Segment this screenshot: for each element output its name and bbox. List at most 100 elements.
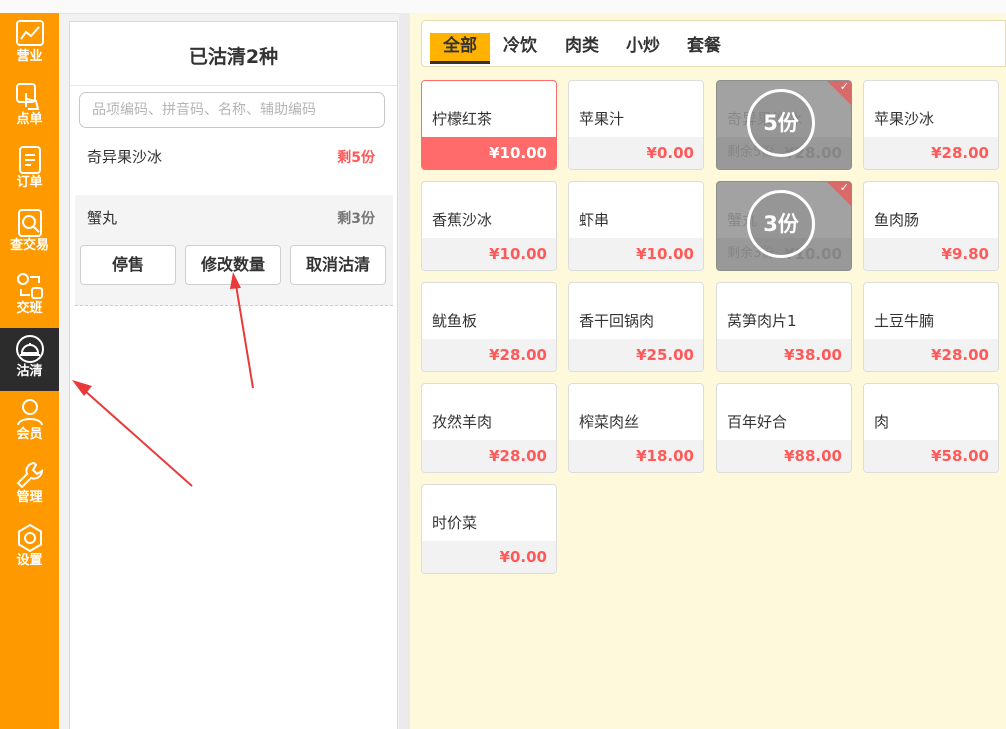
nav-transactions[interactable]: 查交易: [0, 202, 59, 265]
dish-tile-soldout[interactable]: 蟹丸 剩余3份 ¥10.00 ✓ 3份: [716, 181, 852, 271]
modify-quantity-button[interactable]: 修改数量: [185, 245, 281, 285]
tap-hand-icon: [15, 83, 39, 110]
nav-order[interactable]: 点单: [0, 76, 59, 139]
nav-settings[interactable]: 设置: [0, 517, 59, 580]
dish-name: 鱼肉肠: [874, 211, 920, 229]
item-name: 奇异果沙冰: [87, 148, 163, 166]
dish-area: 全部 冷饮 肉类 小炒 套餐 柠檬红茶 ¥10.00 苹果汁 ¥0.00 奇异果…: [410, 13, 1006, 729]
remaining-count-ring: 5份: [747, 89, 815, 157]
dish-name: 百年好合: [727, 413, 788, 431]
soldout-item[interactable]: 奇异果沙冰 剩5份: [70, 144, 397, 174]
dish-price: ¥25.00: [569, 339, 703, 371]
user-icon: [16, 399, 43, 426]
dish-price: ¥88.00: [717, 440, 851, 472]
search-input[interactable]: [79, 92, 385, 128]
dish-name: 鱿鱼板: [432, 312, 478, 330]
dish-price: ¥0.00: [422, 541, 556, 573]
dish-tile[interactable]: 苹果汁 ¥0.00: [568, 80, 704, 170]
dish-tile[interactable]: 苹果沙冰 ¥28.00: [863, 80, 999, 170]
dish-tile[interactable]: 百年好合 ¥88.00: [716, 383, 852, 473]
tab-set-meal[interactable]: 套餐: [682, 33, 726, 64]
item-remain: 剩3份: [337, 211, 375, 227]
item-remain: 剩5份: [337, 150, 375, 166]
nav-label: 查交易: [9, 238, 49, 253]
dish-price: ¥38.00: [717, 339, 851, 371]
dish-tile[interactable]: 土豆牛腩 ¥28.00: [863, 282, 999, 372]
item-name: 蟹丸: [87, 209, 118, 227]
cloche-icon: [15, 335, 44, 363]
dish-tile[interactable]: 莴笋肉片1 ¥38.00: [716, 282, 852, 372]
soldout-title: 已沽清2种: [188, 46, 279, 68]
tab-stir-fry[interactable]: 小炒: [621, 33, 665, 64]
nav-orders[interactable]: 订单: [0, 139, 59, 202]
wrench-icon: [16, 461, 43, 489]
nav-business[interactable]: 营业: [0, 13, 59, 76]
dish-name: 虾串: [579, 211, 610, 229]
tab-meat[interactable]: 肉类: [560, 33, 604, 64]
nav-label: 沽清: [16, 364, 43, 379]
gear-icon: [17, 523, 42, 553]
nav-shift[interactable]: 交班: [0, 265, 59, 328]
search-doc-icon: [17, 209, 42, 237]
dish-price: ¥28.00: [864, 137, 998, 169]
document-icon: [18, 146, 41, 174]
stop-sale-button[interactable]: 停售: [80, 245, 176, 285]
dish-price: ¥10.00: [569, 238, 703, 270]
check-icon: ✓: [839, 80, 849, 93]
dish-tile[interactable]: 鱼肉肠 ¥9.80: [863, 181, 999, 271]
dish-name: 时价菜: [432, 514, 478, 532]
dish-name: 土豆牛腩: [874, 312, 935, 330]
nav-label: 交班: [16, 301, 43, 316]
nav-label: 营业: [16, 49, 43, 64]
dish-price: ¥0.00: [569, 137, 703, 169]
remaining-count-ring: 3份: [747, 190, 815, 258]
sidebar: 营业 点单 订单 查交易 交班 沽清 会员 管理 设置: [0, 13, 59, 729]
dish-name: 莴笋肉片1: [727, 312, 797, 330]
dish-price: ¥9.80: [864, 238, 998, 270]
nav-label: 订单: [16, 175, 43, 190]
dish-price: ¥28.00: [864, 339, 998, 371]
dish-tile[interactable]: 孜然羊肉 ¥28.00: [421, 383, 557, 473]
dish-tile[interactable]: 时价菜 ¥0.00: [421, 484, 557, 574]
dish-tile[interactable]: 鱿鱼板 ¥28.00: [421, 282, 557, 372]
dish-name: 苹果汁: [579, 110, 625, 128]
dish-price: ¥28.00: [422, 339, 556, 371]
nav-soldout[interactable]: 沽清: [0, 328, 59, 391]
soldout-item-selected[interactable]: 蟹丸 剩3份 停售 修改数量 取消沽清: [75, 195, 393, 306]
nav-label: 管理: [16, 490, 43, 505]
window-top-strip: [0, 0, 1006, 14]
dish-tile[interactable]: 榨菜肉丝 ¥18.00: [568, 383, 704, 473]
dish-price: ¥58.00: [864, 440, 998, 472]
dish-tile[interactable]: 香蕉沙冰 ¥10.00: [421, 181, 557, 271]
chart-icon: [15, 20, 44, 46]
nav-label: 点单: [16, 112, 43, 127]
panel-separator: [399, 13, 410, 729]
dish-name: 柠檬红茶: [432, 110, 493, 128]
tab-all[interactable]: 全部: [430, 33, 490, 64]
dish-price: ¥10.00: [422, 238, 556, 270]
check-icon: ✓: [839, 181, 849, 194]
dish-name: 孜然羊肉: [432, 413, 493, 431]
dish-tile[interactable]: 肉 ¥58.00: [863, 383, 999, 473]
dish-price: ¥18.00: [569, 440, 703, 472]
category-tabs: 全部 冷饮 肉类 小炒 套餐: [421, 20, 1006, 67]
tab-cold-drinks[interactable]: 冷饮: [498, 33, 542, 64]
dish-name: 香干回锅肉: [579, 312, 655, 330]
dish-name: 肉: [874, 413, 890, 431]
nav-manage[interactable]: 管理: [0, 454, 59, 517]
shift-exchange-icon: [16, 273, 43, 299]
dish-tile[interactable]: 柠檬红茶 ¥10.00: [421, 80, 557, 170]
nav-member[interactable]: 会员: [0, 391, 59, 454]
dish-price: ¥10.00: [422, 137, 556, 169]
dish-tile[interactable]: 香干回锅肉 ¥25.00: [568, 282, 704, 372]
dish-name: 苹果沙冰: [874, 110, 935, 128]
dish-tile[interactable]: 虾串 ¥10.00: [568, 181, 704, 271]
cancel-soldout-button[interactable]: 取消沽清: [290, 245, 386, 285]
dish-name: 香蕉沙冰: [432, 211, 493, 229]
dish-name: 榨菜肉丝: [579, 413, 640, 431]
divider: [70, 85, 397, 86]
dish-tile-soldout[interactable]: 奇异果沙冰 剩余5份 ¥28.00 ✓ 5份: [716, 80, 852, 170]
dish-price: ¥28.00: [422, 440, 556, 472]
nav-label: 会员: [16, 427, 43, 442]
nav-label: 设置: [16, 553, 43, 568]
